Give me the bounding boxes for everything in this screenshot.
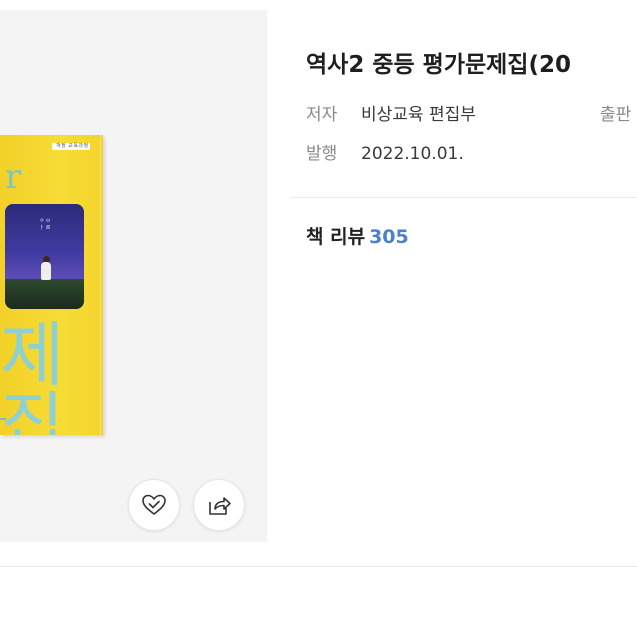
book-cover-big-text: 제집 xyxy=(0,314,64,435)
book-cover-letter: r xyxy=(5,157,22,197)
review-summary[interactable]: 책 리뷰 305 xyxy=(306,224,409,250)
book-cover-photo: ㅇ ㅂ ㅏ 르 xyxy=(5,204,84,309)
book-cover-dash xyxy=(0,418,6,420)
author-label: 저자 xyxy=(306,105,338,125)
like-button[interactable] xyxy=(128,479,180,531)
publisher-label: 출판 xyxy=(600,105,632,125)
review-label: 책 리뷰 xyxy=(306,226,366,248)
author-value[interactable]: 비상교육 편집부 xyxy=(361,104,476,126)
bottom-divider xyxy=(0,566,637,567)
date-value: 2022.10.01. xyxy=(361,144,464,164)
date-label: 발행 xyxy=(306,144,338,164)
book-title: 역사2 중등 평가문제집(20 xyxy=(306,52,571,78)
review-count: 305 xyxy=(369,226,409,248)
section-divider xyxy=(290,197,637,198)
book-cover-badge-text: 개정 교육과정 xyxy=(56,143,89,149)
share-icon xyxy=(206,493,232,517)
book-cover-photo-ground xyxy=(5,279,84,309)
book-cover-photo-caption: ㅇ ㅂ ㅏ 르 xyxy=(39,218,51,231)
book-cover-image: 개정 교육과정 r ㅇ ㅂ ㅏ 르 제집 xyxy=(0,135,103,435)
book-cover-photo-person xyxy=(41,262,51,280)
book-cover-panel: 개정 교육과정 r ㅇ ㅂ ㅏ 르 제집 xyxy=(0,10,267,542)
share-button[interactable] xyxy=(193,479,245,531)
heart-check-icon xyxy=(141,493,167,517)
